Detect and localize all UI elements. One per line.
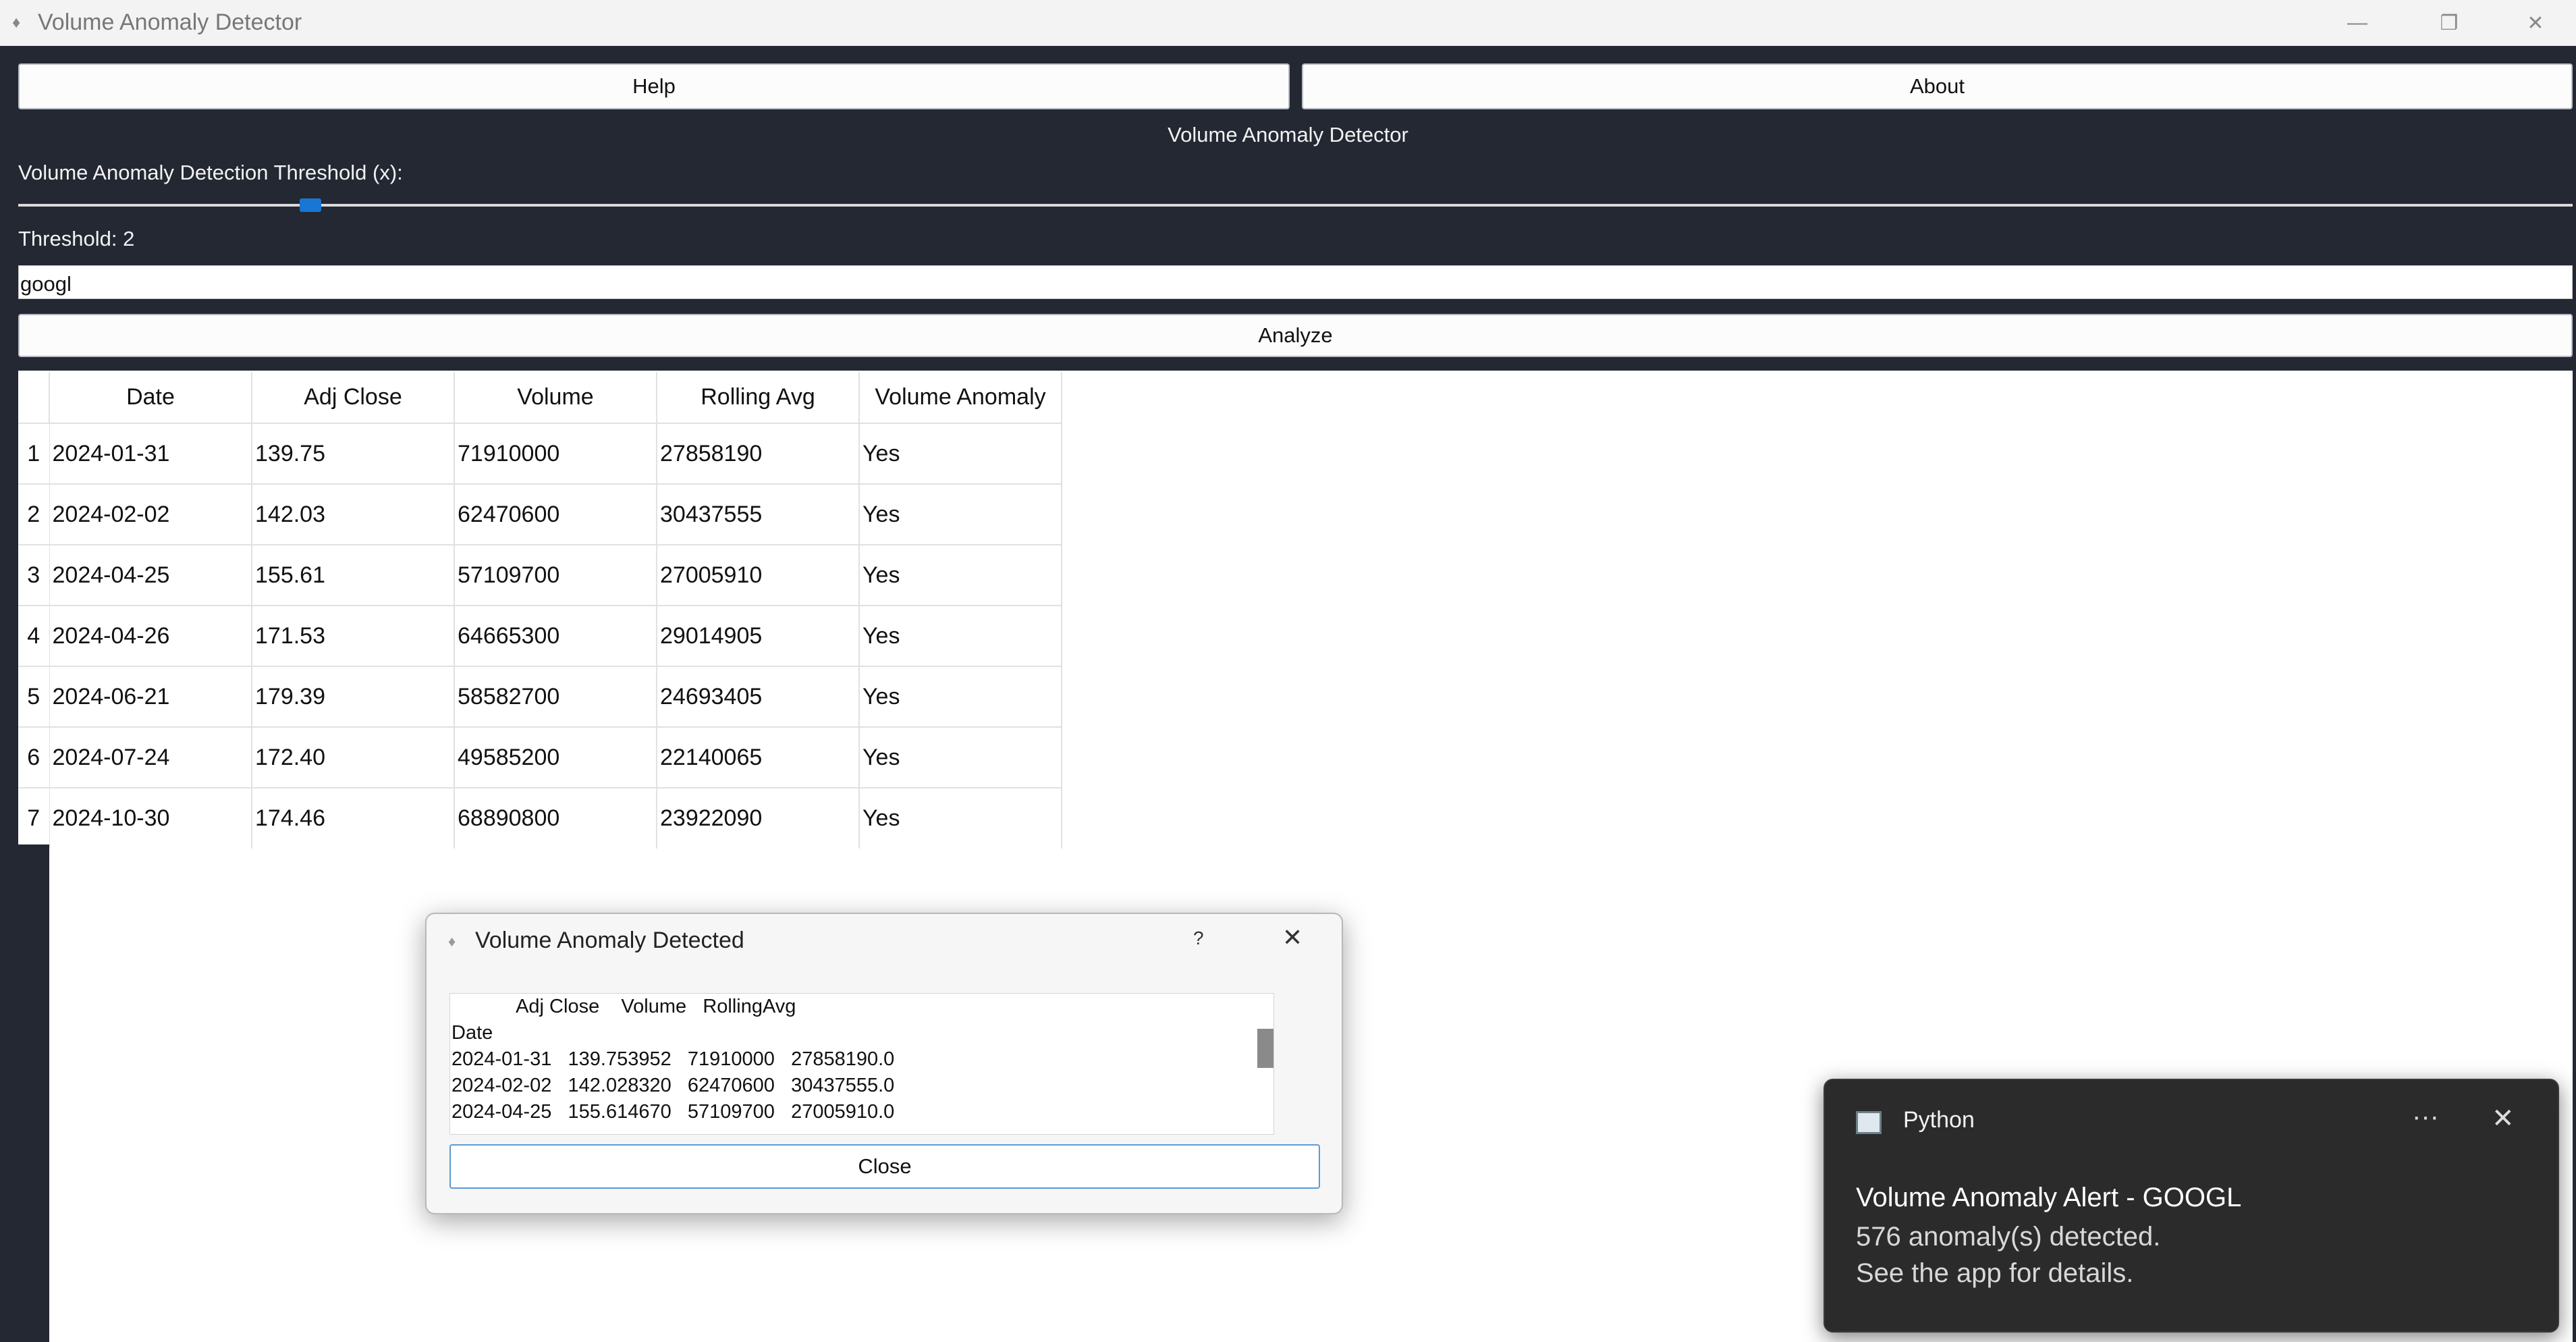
toast-more-icon[interactable]: ··· (2412, 1102, 2439, 1132)
table-row[interactable]: 7 2024-10-30 174.46 68890800 23922090 Ye… (18, 787, 1062, 849)
cell-volume-anomaly[interactable]: Yes (859, 666, 1062, 727)
results-table: Date Adj Close Volume Rolling Avg Volume… (18, 372, 1062, 849)
column-header-adj-close[interactable]: Adj Close (252, 372, 455, 423)
table-row[interactable]: 4 2024-04-26 171.53 64665300 29014905 Ye… (18, 605, 1062, 666)
table-row[interactable]: 6 2024-07-24 172.40 49585200 22140065 Ye… (18, 726, 1062, 788)
minimize-button[interactable]: — (2311, 0, 2403, 46)
row-number[interactable]: 1 (18, 423, 50, 484)
row-number[interactable]: 4 (18, 605, 50, 666)
cell-volume-anomaly[interactable]: Yes (859, 605, 1062, 666)
dialog-close-icon[interactable]: ✕ (1282, 923, 1303, 952)
column-header-volume[interactable]: Volume (454, 372, 657, 423)
dialog-details-text[interactable]: Adj Close Volume RollingAvg Date 2024-01… (449, 993, 1274, 1135)
cell-date[interactable]: 2024-04-26 (49, 605, 252, 666)
table-row[interactable]: 1 2024-01-31 139.75 71910000 27858190 Ye… (18, 423, 1062, 484)
close-window-button[interactable]: ✕ (2495, 0, 2576, 46)
app-icon: ♦ (12, 14, 21, 32)
cell-rolling-avg[interactable]: 27858190 (657, 423, 860, 484)
dialog-details-content: Adj Close Volume RollingAvg Date 2024-01… (451, 996, 895, 1123)
cell-volume[interactable]: 68890800 (454, 787, 657, 849)
row-number[interactable]: 2 (18, 483, 50, 545)
table-row[interactable]: 3 2024-04-25 155.61 57109700 27005910 Ye… (18, 544, 1062, 606)
row-number[interactable]: 5 (18, 666, 50, 727)
row-header-gutter (18, 844, 49, 1342)
cell-adj-close[interactable]: 139.75 (252, 423, 455, 484)
toast-message-line-2: See the app for details. (1856, 1258, 2134, 1288)
threshold-value: Threshold: 2 (18, 227, 135, 250)
cell-rolling-avg[interactable]: 29014905 (657, 605, 860, 666)
dialog-close-button[interactable]: Close (449, 1144, 1320, 1189)
cell-volume[interactable]: 58582700 (454, 666, 657, 727)
row-number[interactable]: 3 (18, 544, 50, 606)
cell-volume[interactable]: 49585200 (454, 726, 657, 788)
table-row[interactable]: 2 2024-02-02 142.03 62470600 30437555 Ye… (18, 483, 1062, 545)
column-header-date[interactable]: Date (49, 372, 252, 423)
cell-date[interactable]: 2024-07-24 (49, 726, 252, 788)
cell-adj-close[interactable]: 171.53 (252, 605, 455, 666)
column-header-volume-anomaly[interactable]: Volume Anomaly (859, 372, 1062, 423)
cell-date[interactable]: 2024-04-25 (49, 544, 252, 606)
cell-adj-close[interactable]: 155.61 (252, 544, 455, 606)
window-title: Volume Anomaly Detector (38, 9, 302, 35)
ticker-input[interactable] (18, 265, 2573, 299)
cell-adj-close[interactable]: 142.03 (252, 483, 455, 545)
cell-adj-close[interactable]: 174.46 (252, 787, 455, 849)
dialog-help-button[interactable]: ? (1193, 928, 1204, 949)
python-app-icon (1856, 1111, 1882, 1134)
cell-rolling-avg[interactable]: 23922090 (657, 787, 860, 849)
dialog-app-icon: ♦ (448, 933, 456, 950)
cell-date[interactable]: 2024-02-02 (49, 483, 252, 545)
cell-rolling-avg[interactable]: 24693405 (657, 666, 860, 727)
cell-date[interactable]: 2024-06-21 (49, 666, 252, 727)
cell-adj-close[interactable]: 179.39 (252, 666, 455, 727)
toast-heading: Volume Anomaly Alert - GOOGL (1856, 1183, 2242, 1212)
corner-header[interactable] (18, 372, 50, 423)
about-button[interactable]: About (1302, 63, 2573, 109)
cell-volume-anomaly[interactable]: Yes (859, 483, 1062, 545)
row-number[interactable]: 6 (18, 726, 50, 788)
anomaly-dialog: ♦ Volume Anomaly Detected ? ✕ Adj Close … (425, 913, 1343, 1214)
row-number[interactable]: 7 (18, 787, 50, 849)
dialog-title: Volume Anomaly Detected (475, 928, 744, 953)
cell-rolling-avg[interactable]: 30437555 (657, 483, 860, 545)
cell-volume-anomaly[interactable]: Yes (859, 787, 1062, 849)
cell-volume-anomaly[interactable]: Yes (859, 544, 1062, 606)
toast-notification[interactable]: Python ··· ✕ Volume Anomaly Alert - GOOG… (1824, 1079, 2559, 1333)
column-header-rolling-avg[interactable]: Rolling Avg (657, 372, 860, 423)
cell-date[interactable]: 2024-01-31 (49, 423, 252, 484)
cell-rolling-avg[interactable]: 27005910 (657, 544, 860, 606)
threshold-slider-handle[interactable] (300, 198, 321, 212)
cell-volume[interactable]: 62470600 (454, 483, 657, 545)
cell-date[interactable]: 2024-10-30 (49, 787, 252, 849)
cell-volume[interactable]: 64665300 (454, 605, 657, 666)
title-bar: ♦ Volume Anomaly Detector — ❐ ✕ (0, 0, 2576, 46)
cell-adj-close[interactable]: 172.40 (252, 726, 455, 788)
cell-volume[interactable]: 57109700 (454, 544, 657, 606)
scrollbar-left-arrow[interactable] (1257, 1029, 1273, 1068)
page-title: Volume Anomaly Detector (1168, 123, 1408, 146)
cell-volume[interactable]: 71910000 (454, 423, 657, 484)
toast-close-icon[interactable]: ✕ (2492, 1103, 2515, 1134)
analyze-button[interactable]: Analyze (18, 314, 2573, 357)
table-header-row: Date Adj Close Volume Rolling Avg Volume… (18, 372, 1062, 423)
cell-volume-anomaly[interactable]: Yes (859, 726, 1062, 788)
cell-volume-anomaly[interactable]: Yes (859, 423, 1062, 484)
threshold-label: Volume Anomaly Detection Threshold (x): (18, 161, 403, 184)
toast-app-name: Python (1903, 1107, 1975, 1133)
cell-rolling-avg[interactable]: 22140065 (657, 726, 860, 788)
threshold-slider-track[interactable] (18, 204, 2573, 207)
table-row[interactable]: 5 2024-06-21 179.39 58582700 24693405 Ye… (18, 666, 1062, 727)
toast-message-line-1: 576 anomaly(s) detected. (1856, 1222, 2161, 1252)
help-button[interactable]: Help (18, 63, 1290, 109)
restore-button[interactable]: ❐ (2403, 0, 2495, 46)
